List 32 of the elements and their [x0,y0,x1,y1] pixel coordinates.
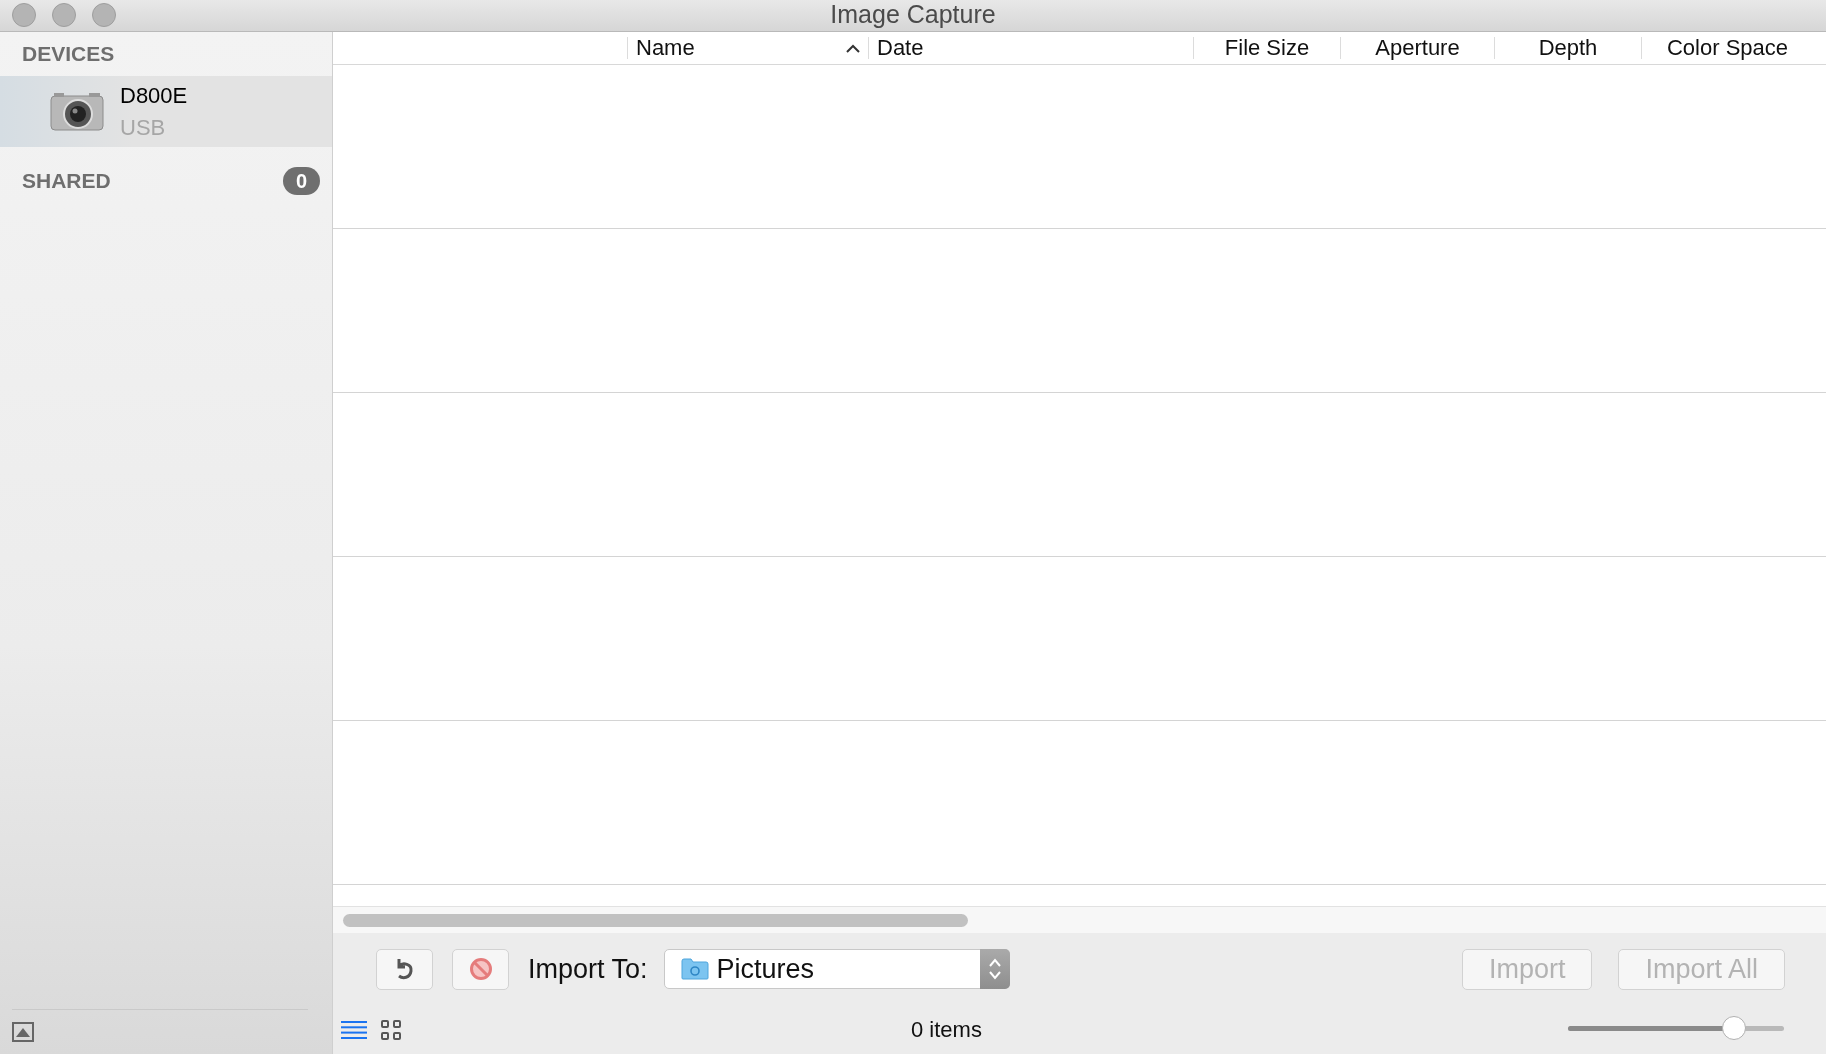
device-connection: USB [120,114,167,141]
folder-icon [680,958,709,980]
image-icon[interactable] [12,1022,34,1042]
column-header[interactable]: File Size [1224,35,1310,61]
zoom-button[interactable] [92,3,116,27]
grid-view-button[interactable] [379,1017,403,1042]
destination-popup[interactable]: Pictures [663,949,1010,989]
section-header: SHARED [22,169,111,193]
window-title: Image Capture [830,1,996,27]
minimize-button[interactable] [52,3,76,27]
column-header[interactable]: Date [877,35,924,61]
column-header[interactable]: Depth [1538,35,1598,61]
device-name: D800E [120,82,188,109]
stepper-arrows-icon [987,957,1002,981]
scrollbar-thumb[interactable] [343,913,968,927]
column-header[interactable]: Name [636,35,695,61]
grid-view-icon [381,1019,401,1040]
column-header[interactable]: Color Space [1666,35,1789,61]
slider-thumb[interactable] [1722,1016,1747,1040]
import-to-label: Import To: [528,953,648,985]
rotate-button[interactable] [376,948,433,990]
list-view-icon [341,1020,367,1039]
count-badge: 0 [282,167,320,195]
column-header[interactable]: Aperture [1375,35,1460,61]
thumbnail-size-slider[interactable] [1568,1017,1784,1041]
list-view-button[interactable] [339,1018,369,1041]
close-button[interactable] [12,3,36,27]
device-item[interactable]: D800E USB [0,76,332,147]
section-header: DEVICES [22,42,115,66]
item-count: 0 items [911,1016,982,1042]
prohibited-icon [468,957,493,981]
delete-button[interactable] [452,948,509,990]
